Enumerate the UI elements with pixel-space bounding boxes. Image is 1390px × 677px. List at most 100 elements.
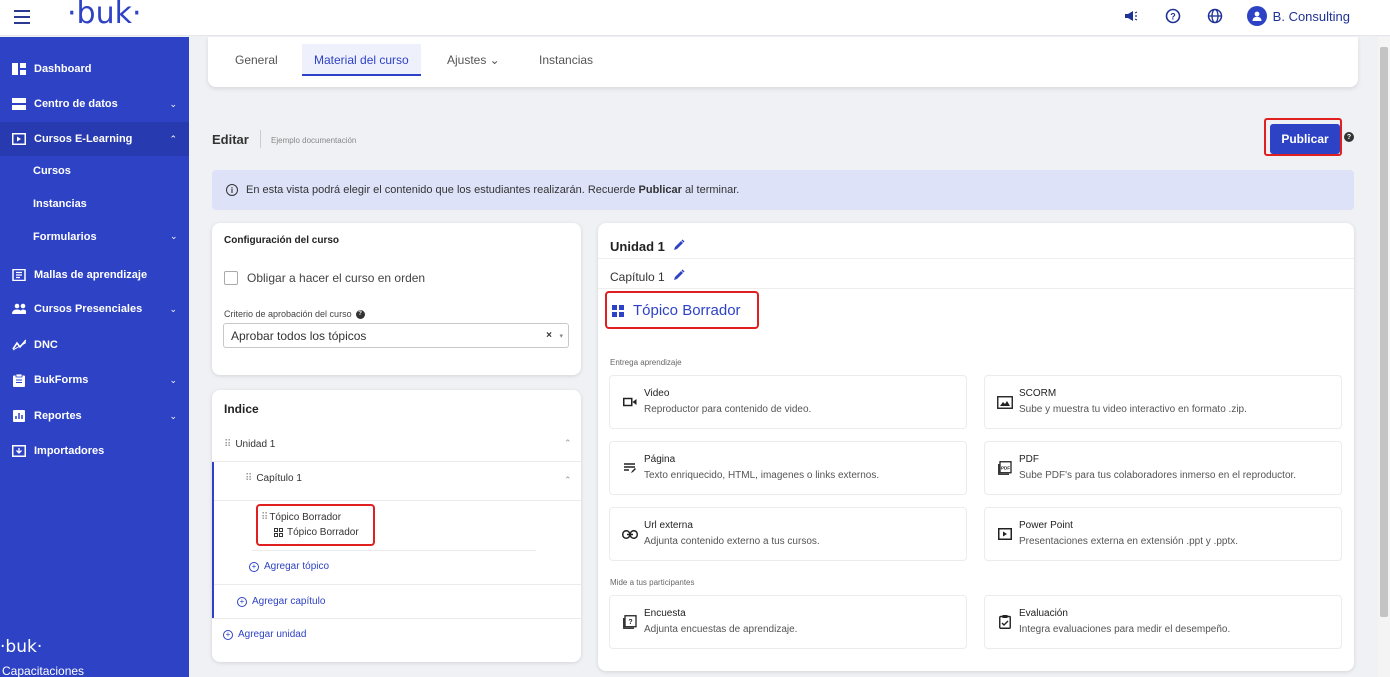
- index-topic-type: Tópico Borrador: [274, 527, 359, 538]
- checkbox-label: Obligar a hacer el curso en orden: [247, 271, 426, 285]
- svg-text:?: ?: [1170, 12, 1176, 22]
- publish-button[interactable]: Publicar: [1270, 124, 1340, 154]
- sidebar-subitem-label: Cursos: [33, 165, 71, 177]
- buk-logo[interactable]: ·buk·: [67, 0, 142, 31]
- drag-handle-icon[interactable]: ⠿: [224, 439, 231, 450]
- sidebar-item-cursos-e-learning[interactable]: Cursos E-Learning ⌃: [0, 122, 189, 156]
- unit-title-text: Unidad 1: [610, 239, 665, 254]
- option-scorm[interactable]: SCORM Sube y muestra tu video interactiv…: [984, 375, 1342, 429]
- sidebar-item-centro-de-datos[interactable]: Centro de datos ⌄: [0, 87, 189, 121]
- divider: [252, 550, 536, 551]
- chevron-down-icon[interactable]: ▾: [559, 332, 563, 340]
- chevron-up-icon[interactable]: ⌃: [564, 475, 572, 486]
- content-chapter-title: Capítulo 1: [610, 269, 685, 284]
- sidebar-subitem-formularios[interactable]: Formularios ⌄: [33, 231, 178, 243]
- add-chapter-link[interactable]: + Agregar capítulo: [237, 596, 325, 607]
- play-icon: [12, 133, 26, 145]
- evaluation-icon: [997, 614, 1013, 630]
- help-icon[interactable]: ?: [1344, 132, 1354, 142]
- chevron-down-icon: ⌄: [169, 374, 177, 385]
- drag-handle-icon[interactable]: ⠿: [261, 512, 268, 523]
- option-video[interactable]: Video Reproductor para contenido de vide…: [609, 375, 967, 429]
- info-text-end: al terminar.: [684, 184, 740, 196]
- index-chapter[interactable]: ⠿ Capítulo 1: [245, 473, 302, 484]
- add-topic-label: Agregar tópico: [264, 561, 330, 572]
- survey-icon: ?: [622, 614, 638, 630]
- sidebar-item-reportes[interactable]: Reportes ⌄: [0, 399, 189, 433]
- option-title: Url externa: [644, 520, 693, 531]
- sidebar-subitem-cursos[interactable]: Cursos: [33, 165, 71, 177]
- sidebar-item-label: Mallas de aprendizaje: [34, 269, 148, 281]
- clear-icon[interactable]: ×: [546, 330, 552, 341]
- sidebar-item-dnc[interactable]: DNC: [0, 328, 189, 362]
- edit-pencil-icon[interactable]: [673, 239, 685, 254]
- option-title: Página: [644, 454, 676, 465]
- help-icon[interactable]: ?: [355, 309, 365, 319]
- index-topic[interactable]: ⠿ Tópico Borrador: [261, 512, 341, 523]
- page-scrollbar[interactable]: [1378, 37, 1390, 677]
- divider: [598, 258, 1354, 259]
- criterion-select[interactable]: Aprobar todos los tópicos × ▾: [223, 323, 569, 348]
- option-url-externa[interactable]: Url externa Adjunta contenido externo a …: [609, 507, 967, 561]
- user-menu[interactable]: B. Consulting: [1246, 6, 1350, 26]
- plus-circle-icon: +: [249, 561, 259, 572]
- option-power-point[interactable]: Power Point Presentaciones externa en ex…: [984, 507, 1342, 561]
- divider: [214, 500, 581, 501]
- tab-general[interactable]: General: [235, 53, 278, 67]
- slides-icon: [997, 526, 1013, 542]
- user-name: B. Consulting: [1272, 8, 1350, 24]
- tab-material-del-curso[interactable]: Material del curso: [302, 44, 421, 76]
- index-title: Indice: [224, 402, 259, 416]
- topic-title: Tópico Borrador: [612, 302, 741, 319]
- option-title: Video: [644, 388, 670, 399]
- option-encuesta[interactable]: ? Encuesta Adjunta encuestas de aprendiz…: [609, 595, 967, 649]
- option-title: PDF: [1019, 454, 1039, 465]
- option-pdf[interactable]: PDF PDF Sube PDF's para tus colaboradore…: [984, 441, 1342, 495]
- content-unit-title: Unidad 1: [610, 239, 685, 254]
- index-unit[interactable]: ⠿ Unidad 1: [224, 439, 275, 450]
- sidebar-item-dashboard[interactable]: Dashboard: [0, 52, 189, 86]
- option-desc: Texto enriquecido, HTML, imagenes o link…: [644, 470, 880, 481]
- add-unit-label: Agregar unidad: [238, 629, 307, 640]
- sidebar-subitem-label: Formularios: [33, 231, 97, 243]
- grid-icon: [612, 304, 624, 317]
- text-edit-icon: [622, 460, 638, 476]
- svg-text:?: ?: [628, 619, 632, 626]
- chevron-up-icon[interactable]: ⌃: [564, 438, 572, 449]
- add-unit-link[interactable]: + Agregar unidad: [223, 629, 306, 640]
- chapter-title-text: Capítulo 1: [610, 269, 665, 284]
- topic-highlight: [256, 504, 375, 546]
- drag-handle-icon[interactable]: ⠿: [245, 473, 252, 484]
- sidebar-item-label: Importadores: [34, 445, 105, 457]
- plus-circle-icon: +: [237, 596, 247, 607]
- menu-icon[interactable]: [14, 10, 30, 24]
- tab-instancias[interactable]: Instancias: [539, 53, 593, 67]
- globe-icon[interactable]: [1205, 6, 1225, 26]
- option-desc: Presentaciones externa en extensión .ppt…: [1019, 536, 1239, 547]
- edit-pencil-icon[interactable]: [673, 269, 685, 284]
- sidebar-item-importadores[interactable]: Importadores: [0, 434, 189, 468]
- chevron-up-icon: ⌃: [169, 133, 177, 144]
- tab-ajustes[interactable]: Ajustes ⌄: [447, 53, 500, 67]
- add-topic-link[interactable]: + Agregar tópico: [249, 561, 329, 572]
- select-value: Aprobar todos los tópicos: [231, 328, 367, 343]
- order-checkbox[interactable]: [224, 271, 238, 285]
- sidebar-subitem-instancias[interactable]: Instancias: [33, 198, 87, 210]
- sidebar-item-bukforms[interactable]: BukForms ⌄: [0, 363, 189, 397]
- database-icon: [12, 98, 26, 110]
- sidebar-item-label: BukForms: [34, 374, 89, 386]
- sidebar-item-mallas[interactable]: Mallas de aprendizaje: [0, 258, 189, 292]
- book-icon: [12, 269, 26, 281]
- card-title: Configuración del curso: [224, 235, 340, 246]
- option-desc: Reproductor para contenido de video.: [644, 404, 812, 415]
- divider: [212, 461, 581, 462]
- help-icon[interactable]: ?: [1163, 6, 1183, 26]
- divider: [260, 130, 261, 148]
- sidebar-item-cursos-presenciales[interactable]: Cursos Presenciales ⌄: [0, 292, 189, 326]
- dashboard-icon: [12, 63, 26, 75]
- option-evaluacion[interactable]: Evaluación Integra evaluaciones para med…: [984, 595, 1342, 649]
- scroll-thumb[interactable]: [1380, 47, 1388, 617]
- option-pagina[interactable]: Página Texto enriquecido, HTML, imagenes…: [609, 441, 967, 495]
- megaphone-icon[interactable]: [1121, 6, 1141, 26]
- option-title: Encuesta: [644, 608, 686, 619]
